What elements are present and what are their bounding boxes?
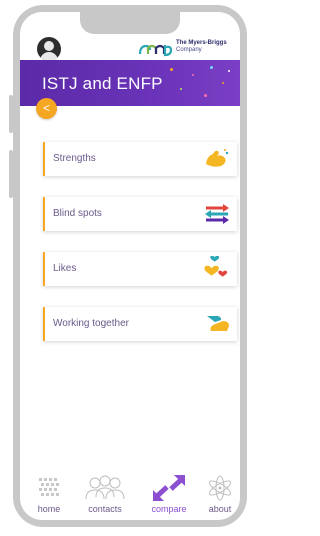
app-screen: The Myers-Briggs Company ISTJ and ENFP <… (20, 12, 240, 520)
card-working-together[interactable]: Working together (43, 307, 237, 341)
atom-icon (208, 475, 232, 501)
card-blind-spots[interactable]: Blind spots (43, 197, 237, 231)
contacts-icon (85, 475, 125, 500)
nav-label: about (208, 504, 232, 514)
phone-notch (80, 12, 180, 34)
brand-line1: The Myers-Briggs (176, 40, 227, 46)
card-label: Working together (53, 318, 129, 329)
bottom-navigation: home contacts compare about (20, 474, 240, 520)
back-button[interactable]: < (36, 98, 57, 119)
mbti-logo-icon (138, 44, 173, 57)
nav-about[interactable]: about (205, 474, 235, 520)
nav-label: home (37, 504, 61, 514)
nav-label: compare (151, 504, 187, 514)
page-title: ISTJ and ENFP (42, 74, 163, 93)
card-label: Strengths (53, 153, 96, 164)
brand-name: The Myers-Briggs Company (176, 40, 227, 54)
phone-side-button (9, 95, 13, 133)
user-avatar-icon[interactable] (37, 37, 61, 61)
home-pattern-icon (39, 478, 59, 496)
nav-label: contacts (88, 504, 122, 514)
compare-arrows-icon (153, 475, 185, 501)
hearts-icon (204, 256, 228, 277)
card-strengths[interactable]: Strengths (43, 142, 237, 176)
nav-compare[interactable]: compare (144, 474, 194, 520)
flexed-arm-icon (206, 149, 229, 167)
card-label: Blind spots (53, 208, 102, 219)
card-label: Likes (53, 263, 77, 274)
brand-logo: The Myers-Briggs Company (138, 40, 234, 62)
phone-side-button (9, 150, 13, 198)
nav-home[interactable]: home (34, 474, 64, 520)
nav-contacts[interactable]: contacts (80, 474, 130, 520)
card-likes[interactable]: Likes (43, 252, 237, 286)
title-banner: ISTJ and ENFP (20, 60, 240, 106)
chevron-left-icon: < (42, 101, 50, 115)
brand-line2: Company (176, 47, 202, 53)
crossing-arrows-icon (205, 204, 229, 224)
handshake-icon (207, 316, 229, 331)
